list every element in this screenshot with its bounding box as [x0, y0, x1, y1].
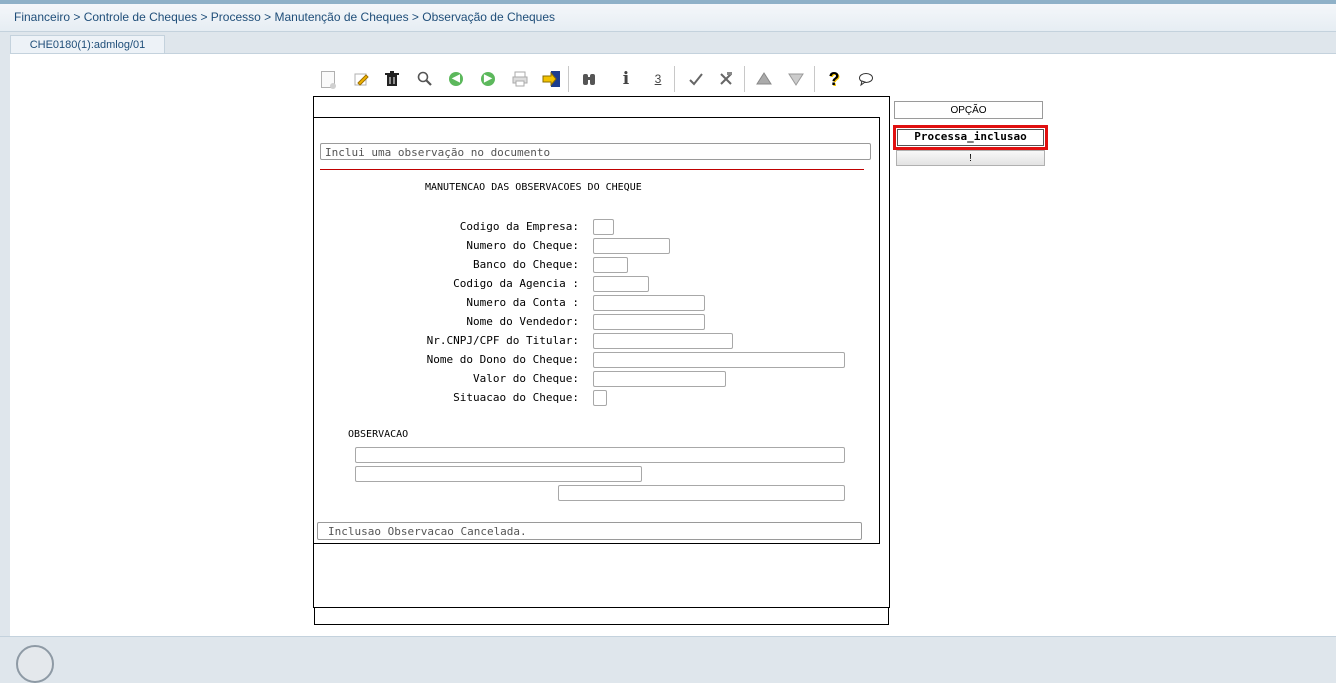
label-vendedor: Nome do Vendedor:: [466, 315, 579, 328]
toolbar-separator: [744, 66, 745, 92]
label-valor: Valor do Cheque:: [473, 372, 579, 385]
label-banco: Banco do Cheque:: [473, 258, 579, 271]
processa-inclusao-button[interactable]: Processa_inclusao: [897, 129, 1044, 146]
toolbar-separator: [674, 66, 675, 92]
toolbar: ◀ ▶ i 3 ?: [316, 64, 888, 94]
label-cnpj: Nr.CNPJ/CPF do Titular:: [426, 334, 579, 347]
delete-icon[interactable]: [382, 69, 402, 89]
situacao-field[interactable]: [593, 390, 607, 406]
next-icon[interactable]: ▶: [478, 69, 498, 89]
observacao-line-3[interactable]: [558, 485, 845, 501]
numero-cheque-field[interactable]: [593, 238, 670, 254]
breadcrumb[interactable]: Financeiro > Controle de Cheques > Proce…: [14, 10, 555, 24]
observacao-line-2[interactable]: [355, 466, 642, 482]
separator-line: [320, 169, 864, 170]
status-message: Inclusao Observacao Cancelada.: [317, 522, 862, 540]
cancel-icon[interactable]: [716, 69, 736, 89]
footer-strip: [0, 636, 1336, 652]
valor-field[interactable]: [593, 371, 726, 387]
previous-icon[interactable]: ◀: [446, 69, 466, 89]
bottom-field: [314, 607, 889, 625]
label-agencia: Codigo da Agencia :: [453, 277, 579, 290]
new-doc-icon[interactable]: [318, 69, 338, 89]
label-numero-cheque: Numero do Cheque:: [466, 239, 579, 252]
label-empresa: Codigo da Empresa:: [459, 220, 579, 233]
exit-icon[interactable]: [542, 69, 562, 89]
vendedor-field[interactable]: [593, 314, 705, 330]
dono-field[interactable]: [593, 352, 845, 368]
tab-program[interactable]: CHE0180(1):admlog/01: [10, 35, 165, 54]
message-field: Inclui uma observação no documento: [320, 143, 871, 160]
observacao-label: OBSERVACAO: [348, 429, 409, 440]
banco-field[interactable]: [593, 257, 628, 273]
confirm-icon[interactable]: [686, 69, 706, 89]
search-icon[interactable]: [415, 69, 435, 89]
label-conta: Numero da Conta :: [466, 296, 579, 309]
conta-field[interactable]: [593, 295, 705, 311]
cnpj-field[interactable]: [593, 333, 733, 349]
print-icon[interactable]: [510, 69, 530, 89]
bang-button[interactable]: !: [896, 150, 1045, 166]
number-icon[interactable]: 3: [648, 69, 668, 89]
down-icon[interactable]: [786, 69, 806, 89]
up-icon[interactable]: [754, 69, 774, 89]
form-title: MANUTENCAO DAS OBSERVACOES DO CHEQUE: [425, 182, 642, 193]
binoculars-icon[interactable]: [579, 69, 599, 89]
chat-icon[interactable]: [856, 69, 876, 89]
processa-inclusao-highlight: Processa_inclusao: [893, 125, 1048, 150]
empresa-field[interactable]: [593, 219, 614, 235]
label-situacao: Situacao do Cheque:: [453, 391, 579, 404]
help-icon[interactable]: ?: [824, 69, 844, 89]
info-icon[interactable]: i: [616, 69, 636, 89]
label-dono: Nome do Dono do Cheque:: [426, 353, 579, 366]
agencia-field[interactable]: [593, 276, 649, 292]
observacao-line-1[interactable]: [355, 447, 845, 463]
toolbar-separator: [814, 66, 815, 92]
breadcrumb-bar: Financeiro > Controle de Cheques > Proce…: [0, 4, 1336, 32]
opcao-label: OPÇÃO: [894, 101, 1043, 119]
edit-icon[interactable]: [351, 69, 371, 89]
toolbar-separator: [568, 66, 569, 92]
